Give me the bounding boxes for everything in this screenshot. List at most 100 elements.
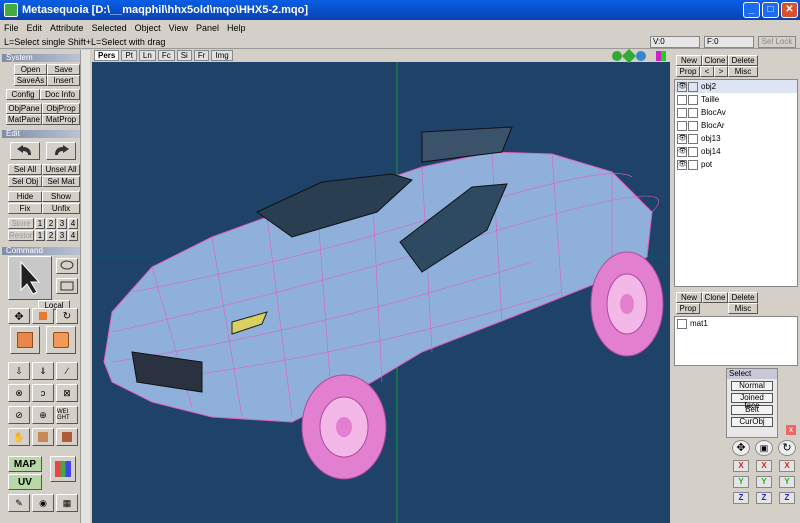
push-button[interactable]: ⇓: [32, 362, 54, 380]
lock-icon[interactable]: [688, 133, 698, 144]
scale-axis-icon[interactable]: ▣: [755, 440, 773, 456]
show-button[interactable]: Show: [42, 191, 80, 202]
close-select-icon[interactable]: x: [786, 425, 796, 435]
list-item[interactable]: mat1: [675, 317, 797, 330]
list-item[interactable]: 👁 pot: [675, 158, 797, 171]
create-box-button[interactable]: [10, 326, 40, 354]
tab-fc[interactable]: Fc: [157, 50, 175, 61]
open-button[interactable]: Open: [14, 64, 47, 75]
eye-icon[interactable]: [677, 94, 687, 105]
obj-new-button[interactable]: New: [676, 55, 702, 66]
menu-selected[interactable]: Selected: [92, 23, 127, 33]
tab-fr[interactable]: Fr: [193, 50, 210, 61]
matpane-button[interactable]: MatPane: [6, 114, 42, 125]
move-x-button[interactable]: X: [733, 460, 749, 472]
magnet-button[interactable]: ⊗: [8, 384, 30, 402]
select-tool-button[interactable]: [8, 256, 52, 300]
restore-slot-4[interactable]: 4: [68, 230, 78, 241]
rotate-axis-icon[interactable]: ↻: [778, 440, 796, 456]
delete-face-button[interactable]: ⊠: [56, 384, 78, 402]
move-axis-icon[interactable]: ✥: [732, 440, 750, 456]
list-item[interactable]: 👁 obj14: [675, 145, 797, 158]
restore-slot-1[interactable]: 1: [35, 230, 45, 241]
mat-new-button[interactable]: New: [676, 292, 702, 303]
list-item[interactable]: 👁 obj2: [675, 80, 797, 93]
sel-mat-button[interactable]: Sel Mat: [42, 176, 80, 187]
select-belt-button[interactable]: Belt: [731, 405, 773, 415]
pan-icon[interactable]: [621, 49, 637, 63]
lock-icon[interactable]: [688, 94, 698, 105]
list-item[interactable]: 👁 obj13: [675, 132, 797, 145]
store-slot-4[interactable]: 4: [68, 218, 78, 229]
store-slot-2[interactable]: 2: [46, 218, 56, 229]
vertex-tool-button[interactable]: ⊕: [32, 406, 54, 424]
lasso-button[interactable]: [56, 258, 78, 274]
obj-prop-button[interactable]: Prop: [676, 66, 700, 77]
scale-x-button[interactable]: X: [756, 460, 772, 472]
eye-icon[interactable]: [677, 107, 687, 118]
rotate-z-button[interactable]: Z: [779, 492, 795, 504]
3d-viewport[interactable]: Pers Pt Ln Fc Si Fr Img: [92, 49, 670, 523]
color-palette-icon[interactable]: [656, 50, 666, 61]
restore-button[interactable]: Restore: [8, 230, 34, 241]
rotate-y-button[interactable]: Y: [779, 476, 795, 488]
sel-lock-button[interactable]: Sel Lock: [758, 35, 796, 48]
bend-button[interactable]: ↄ: [32, 384, 54, 402]
save-button[interactable]: Save: [47, 64, 80, 75]
scale-z-button[interactable]: Z: [756, 492, 772, 504]
fix-button[interactable]: Fix: [8, 203, 42, 214]
saveas-button[interactable]: SaveAs: [14, 75, 47, 86]
move-tool-button[interactable]: ✥: [8, 308, 30, 324]
eye-icon[interactable]: 👁: [677, 146, 687, 157]
tab-pers[interactable]: Pers: [94, 50, 120, 61]
objprop-button[interactable]: ObjProp: [42, 103, 80, 114]
menu-attribute[interactable]: Attribute: [50, 23, 84, 33]
lock-icon[interactable]: [688, 120, 698, 131]
mat-delete-button[interactable]: Delete: [728, 292, 758, 303]
rotate-view-icon[interactable]: [636, 50, 646, 61]
maximize-button[interactable]: □: [762, 2, 779, 18]
sel-all-button[interactable]: Sel All: [8, 164, 42, 175]
menu-view[interactable]: View: [169, 23, 188, 33]
tab-pt[interactable]: Pt: [121, 50, 137, 61]
menu-edit[interactable]: Edit: [27, 23, 43, 33]
restore-slot-3[interactable]: 3: [57, 230, 67, 241]
left-panel-scrollbar[interactable]: [80, 50, 90, 523]
select-curobj-button[interactable]: CurObj: [731, 417, 773, 427]
list-item[interactable]: BlocAv: [675, 106, 797, 119]
undo-button[interactable]: [10, 142, 40, 160]
extrude-button[interactable]: ⇩: [8, 362, 30, 380]
close-button[interactable]: ✕: [781, 2, 798, 18]
matprop-button[interactable]: MatProp: [42, 114, 80, 125]
knife-button[interactable]: ∕: [56, 362, 78, 380]
restore-slot-2[interactable]: 2: [46, 230, 56, 241]
pen-button[interactable]: ✎: [8, 494, 30, 512]
list-item[interactable]: BlocAr: [675, 119, 797, 132]
weight-button[interactable]: WEI GHT: [56, 406, 78, 424]
obj-delete-button[interactable]: Delete: [728, 55, 758, 66]
tab-img[interactable]: Img: [211, 50, 233, 61]
unfix-button[interactable]: Unfix: [42, 203, 80, 214]
rect-select-button[interactable]: [56, 278, 78, 294]
grid-button[interactable]: ▦: [56, 494, 78, 512]
circle-button[interactable]: ◉: [32, 494, 54, 512]
lock-icon[interactable]: [688, 81, 698, 92]
store-slot-3[interactable]: 3: [57, 218, 67, 229]
create-primitive-button[interactable]: [46, 326, 76, 354]
texture-button[interactable]: [32, 428, 54, 446]
menu-help[interactable]: Help: [227, 23, 246, 33]
tab-ln[interactable]: Ln: [138, 50, 156, 61]
mat-prop-button[interactable]: Prop: [676, 303, 700, 314]
obj-move-up-button[interactable]: <: [700, 66, 714, 77]
doc-info-button[interactable]: Doc Info: [40, 89, 80, 100]
rotate-x-button[interactable]: X: [779, 460, 795, 472]
redo-button[interactable]: [46, 142, 76, 160]
obj-misc-button[interactable]: Misc: [728, 66, 758, 77]
eye-icon[interactable]: 👁: [677, 81, 687, 92]
paint-button[interactable]: ⊘: [8, 406, 30, 424]
store-button[interactable]: Store: [8, 218, 34, 229]
minimize-button[interactable]: _: [743, 2, 760, 18]
select-normal-button[interactable]: Normal: [731, 381, 773, 391]
menu-panel[interactable]: Panel: [196, 23, 219, 33]
insert-button[interactable]: Insert: [47, 75, 80, 86]
